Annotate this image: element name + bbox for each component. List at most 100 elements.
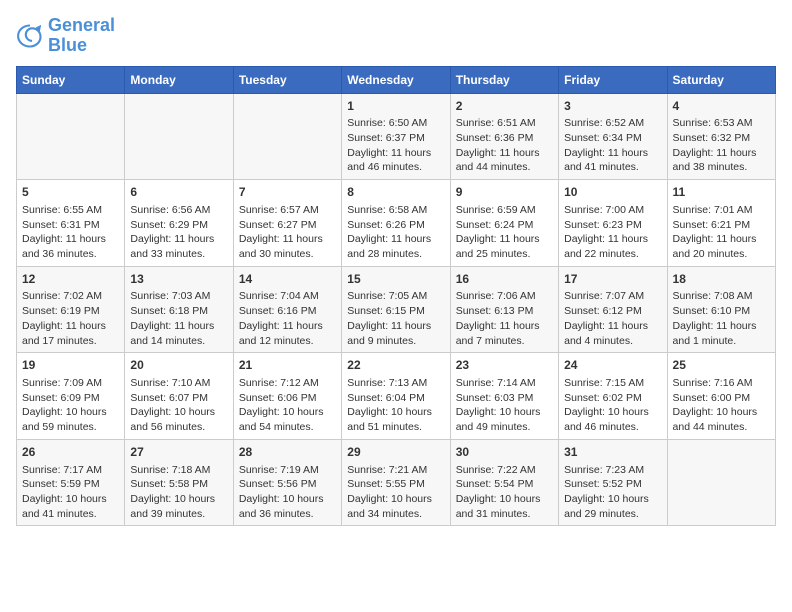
calendar-cell: 20 Sunrise: 7:10 AM Sunset: 6:07 PM Dayli… — [125, 353, 233, 440]
cell-content: Sunrise: 7:10 AM Sunset: 6:07 PM Dayligh… — [130, 376, 227, 435]
cell-content: Sunrise: 6:56 AM Sunset: 6:29 PM Dayligh… — [130, 203, 227, 262]
day-number: 7 — [239, 184, 336, 201]
day-number: 27 — [130, 444, 227, 461]
calendar-cell: 18Sunrise: 7:08 AM Sunset: 6:10 PM Dayli… — [667, 266, 775, 353]
calendar-week-2: 5Sunrise: 6:55 AM Sunset: 6:31 PM Daylig… — [17, 180, 776, 267]
calendar-cell: 6 Sunrise: 6:56 AM Sunset: 6:29 PM Daylig… — [125, 180, 233, 267]
cell-content: Sunrise: 6:57 AM Sunset: 6:27 PM Dayligh… — [239, 203, 336, 262]
cell-content: Sunrise: 6:50 AM Sunset: 6:37 PM Dayligh… — [347, 116, 444, 175]
logo-text-line1: General — [48, 16, 115, 36]
day-number: 31 — [564, 444, 661, 461]
day-number: 26 — [22, 444, 119, 461]
calendar-week-1: 1Sunrise: 6:50 AM Sunset: 6:37 PM Daylig… — [17, 93, 776, 180]
day-number: 6 — [130, 184, 227, 201]
cell-content: Sunrise: 7:18 AM Sunset: 5:58 PM Dayligh… — [130, 463, 227, 522]
day-number: 24 — [564, 357, 661, 374]
day-number: 3 — [564, 98, 661, 115]
logo-icon — [16, 22, 44, 50]
cell-content: Sunrise: 7:17 AM Sunset: 5:59 PM Dayligh… — [22, 463, 119, 522]
calendar-cell: 30 Sunrise: 7:22 AM Sunset: 5:54 PM Dayli… — [450, 439, 558, 526]
cell-content: Sunrise: 7:05 AM Sunset: 6:15 PM Dayligh… — [347, 289, 444, 348]
calendar-cell: 12Sunrise: 7:02 AM Sunset: 6:19 PM Dayli… — [17, 266, 125, 353]
day-number: 21 — [239, 357, 336, 374]
calendar-cell: 19 Sunrise: 7:09 AM Sunset: 6:09 PM Dayli… — [17, 353, 125, 440]
cell-content: Sunrise: 7:16 AM Sunset: 6:00 PM Dayligh… — [673, 376, 770, 435]
cell-content: Sunrise: 6:52 AM Sunset: 6:34 PM Dayligh… — [564, 116, 661, 175]
day-number: 20 — [130, 357, 227, 374]
cell-content: Sunrise: 7:03 AM Sunset: 6:18 PM Dayligh… — [130, 289, 227, 348]
day-number: 12 — [22, 271, 119, 288]
day-header-thursday: Thursday — [450, 66, 558, 93]
calendar-week-3: 12Sunrise: 7:02 AM Sunset: 6:19 PM Dayli… — [17, 266, 776, 353]
calendar-week-5: 26 Sunrise: 7:17 AM Sunset: 5:59 PM Dayli… — [17, 439, 776, 526]
day-header-sunday: Sunday — [17, 66, 125, 93]
day-number: 14 — [239, 271, 336, 288]
calendar-cell: 22Sunrise: 7:13 AM Sunset: 6:04 PM Dayli… — [342, 353, 450, 440]
calendar-cell: 9 Sunrise: 6:59 AM Sunset: 6:24 PM Daylig… — [450, 180, 558, 267]
day-number: 11 — [673, 184, 770, 201]
day-number: 8 — [347, 184, 444, 201]
day-header-wednesday: Wednesday — [342, 66, 450, 93]
day-number: 9 — [456, 184, 553, 201]
calendar-cell — [233, 93, 341, 180]
day-header-tuesday: Tuesday — [233, 66, 341, 93]
cell-content: Sunrise: 7:08 AM Sunset: 6:10 PM Dayligh… — [673, 289, 770, 348]
day-number: 5 — [22, 184, 119, 201]
cell-content: Sunrise: 6:59 AM Sunset: 6:24 PM Dayligh… — [456, 203, 553, 262]
day-number: 1 — [347, 98, 444, 115]
cell-content: Sunrise: 7:02 AM Sunset: 6:19 PM Dayligh… — [22, 289, 119, 348]
cell-content: Sunrise: 7:22 AM Sunset: 5:54 PM Dayligh… — [456, 463, 553, 522]
cell-content: Sunrise: 7:21 AM Sunset: 5:55 PM Dayligh… — [347, 463, 444, 522]
calendar-header-row: SundayMondayTuesdayWednesdayThursdayFrid… — [17, 66, 776, 93]
day-number: 13 — [130, 271, 227, 288]
day-number: 4 — [673, 98, 770, 115]
calendar-cell: 7 Sunrise: 6:57 AM Sunset: 6:27 PM Daylig… — [233, 180, 341, 267]
calendar-cell: 1Sunrise: 6:50 AM Sunset: 6:37 PM Daylig… — [342, 93, 450, 180]
cell-content: Sunrise: 7:09 AM Sunset: 6:09 PM Dayligh… — [22, 376, 119, 435]
cell-content: Sunrise: 7:19 AM Sunset: 5:56 PM Dayligh… — [239, 463, 336, 522]
day-header-friday: Friday — [559, 66, 667, 93]
day-number: 30 — [456, 444, 553, 461]
calendar-cell: 13Sunrise: 7:03 AM Sunset: 6:18 PM Dayli… — [125, 266, 233, 353]
page-header: General Blue — [16, 16, 776, 56]
calendar-cell: 11Sunrise: 7:01 AM Sunset: 6:21 PM Dayli… — [667, 180, 775, 267]
calendar-cell: 8 Sunrise: 6:58 AM Sunset: 6:26 PM Daylig… — [342, 180, 450, 267]
cell-content: Sunrise: 6:58 AM Sunset: 6:26 PM Dayligh… — [347, 203, 444, 262]
day-number: 15 — [347, 271, 444, 288]
calendar-cell: 24 Sunrise: 7:15 AM Sunset: 6:02 PM Dayli… — [559, 353, 667, 440]
calendar-cell: 15Sunrise: 7:05 AM Sunset: 6:15 PM Dayli… — [342, 266, 450, 353]
day-number: 17 — [564, 271, 661, 288]
calendar-cell: 17Sunrise: 7:07 AM Sunset: 6:12 PM Dayli… — [559, 266, 667, 353]
cell-content: Sunrise: 7:06 AM Sunset: 6:13 PM Dayligh… — [456, 289, 553, 348]
day-number: 25 — [673, 357, 770, 374]
day-header-monday: Monday — [125, 66, 233, 93]
calendar-cell: 21 Sunrise: 7:12 AM Sunset: 6:06 PM Dayli… — [233, 353, 341, 440]
calendar-cell — [17, 93, 125, 180]
cell-content: Sunrise: 7:12 AM Sunset: 6:06 PM Dayligh… — [239, 376, 336, 435]
day-number: 18 — [673, 271, 770, 288]
calendar-cell: 28 Sunrise: 7:19 AM Sunset: 5:56 PM Dayli… — [233, 439, 341, 526]
calendar-cell — [125, 93, 233, 180]
cell-content: Sunrise: 6:51 AM Sunset: 6:36 PM Dayligh… — [456, 116, 553, 175]
day-number: 16 — [456, 271, 553, 288]
calendar-cell: 4Sunrise: 6:53 AM Sunset: 6:32 PM Daylig… — [667, 93, 775, 180]
calendar-cell: 26 Sunrise: 7:17 AM Sunset: 5:59 PM Dayli… — [17, 439, 125, 526]
day-number: 23 — [456, 357, 553, 374]
calendar-cell: 25 Sunrise: 7:16 AM Sunset: 6:00 PM Dayli… — [667, 353, 775, 440]
calendar-cell: 14Sunrise: 7:04 AM Sunset: 6:16 PM Dayli… — [233, 266, 341, 353]
logo: General Blue — [16, 16, 115, 56]
calendar-cell: 5Sunrise: 6:55 AM Sunset: 6:31 PM Daylig… — [17, 180, 125, 267]
day-number: 19 — [22, 357, 119, 374]
day-number: 10 — [564, 184, 661, 201]
day-number: 28 — [239, 444, 336, 461]
day-number: 29 — [347, 444, 444, 461]
day-number: 2 — [456, 98, 553, 115]
cell-content: Sunrise: 7:14 AM Sunset: 6:03 PM Dayligh… — [456, 376, 553, 435]
cell-content: Sunrise: 7:15 AM Sunset: 6:02 PM Dayligh… — [564, 376, 661, 435]
day-header-saturday: Saturday — [667, 66, 775, 93]
calendar-cell: 3Sunrise: 6:52 AM Sunset: 6:34 PM Daylig… — [559, 93, 667, 180]
cell-content: Sunrise: 6:53 AM Sunset: 6:32 PM Dayligh… — [673, 116, 770, 175]
calendar-cell — [667, 439, 775, 526]
calendar-cell: 16Sunrise: 7:06 AM Sunset: 6:13 PM Dayli… — [450, 266, 558, 353]
calendar-cell: 2Sunrise: 6:51 AM Sunset: 6:36 PM Daylig… — [450, 93, 558, 180]
